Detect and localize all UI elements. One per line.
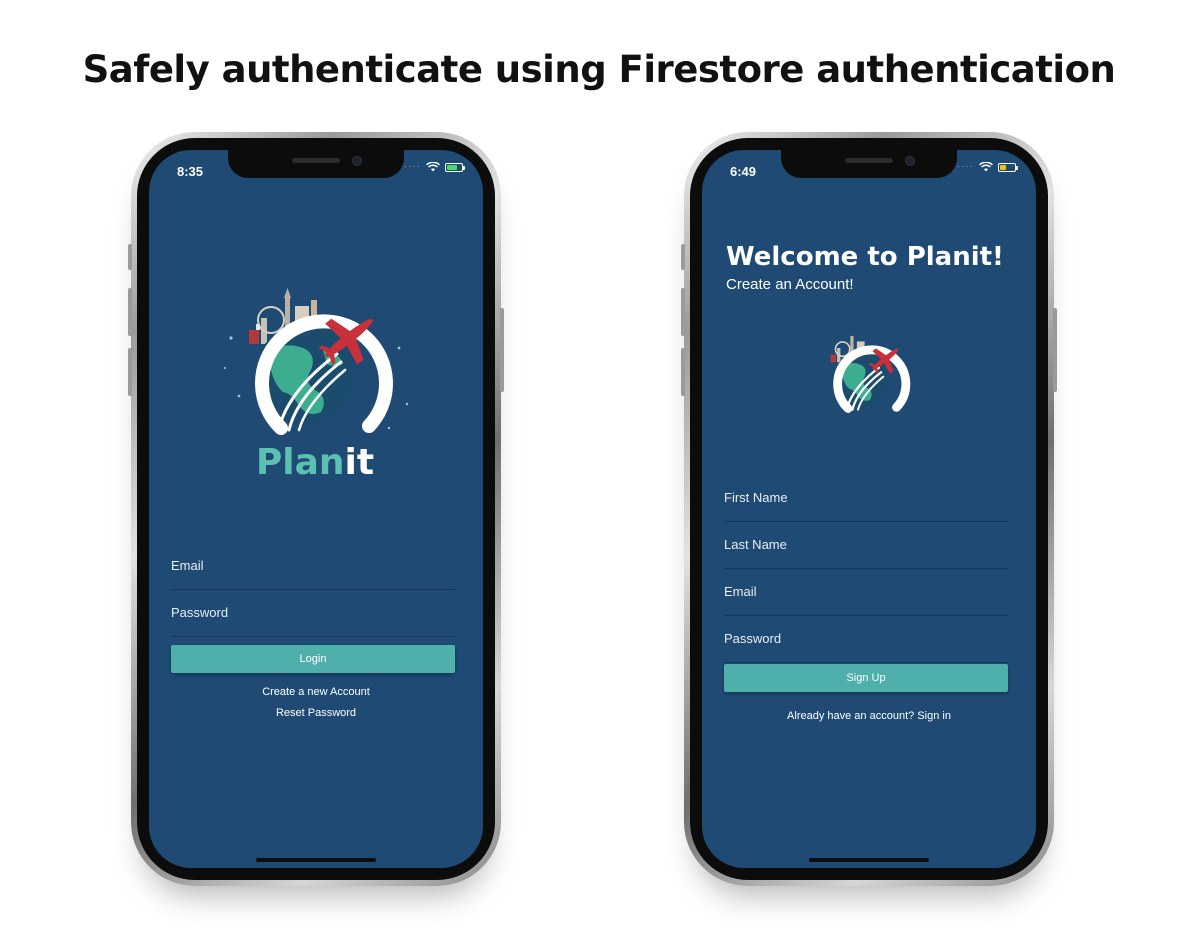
volume-up-button xyxy=(681,288,685,336)
signal-icon: ···· xyxy=(956,161,974,172)
signal-icon: ···· xyxy=(403,161,421,172)
password-field-label: Password xyxy=(171,605,229,620)
welcome-title: Welcome to Planit! xyxy=(726,242,1004,272)
speaker xyxy=(845,158,893,163)
password-field[interactable]: Password xyxy=(724,617,1008,663)
battery-level xyxy=(447,164,457,170)
volume-down-button xyxy=(681,348,685,396)
brand-part1: Plan xyxy=(256,442,345,478)
first-name-field-label: First Name xyxy=(724,490,788,505)
last-name-field[interactable]: Last Name xyxy=(724,523,1008,569)
reset-password-link[interactable]: Reset Password xyxy=(149,707,483,719)
volume-up-button xyxy=(128,288,132,336)
signin-link[interactable]: Already have an account? Sign in xyxy=(702,710,1036,722)
welcome-subtitle: Create an Account! xyxy=(726,276,854,293)
create-account-link[interactable]: Create a new Account xyxy=(149,686,483,698)
home-indicator[interactable] xyxy=(256,858,376,862)
signup-screen: 6:49 ···· Welcome to Planit! Create an A… xyxy=(702,150,1036,868)
battery-icon xyxy=(998,162,1018,172)
power-button xyxy=(1053,308,1057,392)
brand-wordmark: Planit xyxy=(256,442,374,478)
battery-level xyxy=(1000,164,1007,170)
planit-logo: Planit xyxy=(224,288,409,478)
speaker xyxy=(292,158,340,163)
brand-part2: it xyxy=(345,442,375,478)
login-screen: 8:35 ···· Planit Email Password Login Cr… xyxy=(149,150,483,868)
email-field-label: Email xyxy=(724,584,757,599)
password-field-label: Password xyxy=(724,631,782,646)
page-headline: Safely authenticate using Firestore auth… xyxy=(82,48,1116,91)
wifi-icon xyxy=(426,162,440,172)
home-indicator[interactable] xyxy=(809,858,929,862)
wifi-icon xyxy=(979,162,993,172)
camera-icon xyxy=(905,156,915,166)
status-icons: ···· xyxy=(956,161,1018,172)
password-field[interactable]: Password xyxy=(171,591,455,637)
email-field[interactable]: Email xyxy=(724,570,1008,616)
status-time: 6:49 xyxy=(730,164,757,179)
status-icons: ···· xyxy=(403,161,465,172)
mute-switch xyxy=(128,244,132,270)
power-button xyxy=(500,308,504,392)
last-name-field-label: Last Name xyxy=(724,537,787,552)
first-name-field[interactable]: First Name xyxy=(724,476,1008,522)
notch xyxy=(228,150,404,178)
login-button[interactable]: Login xyxy=(171,645,455,673)
battery-icon xyxy=(445,162,465,172)
email-field-label: Email xyxy=(171,558,204,573)
status-time: 8:35 xyxy=(177,164,204,179)
notch xyxy=(781,150,957,178)
phone-login: 8:35 ···· Planit Email Password Login Cr… xyxy=(128,132,504,886)
signup-button[interactable]: Sign Up xyxy=(724,664,1008,692)
planit-logo-small xyxy=(830,335,911,413)
mute-switch xyxy=(681,244,685,270)
phone-signup: 6:49 ···· Welcome to Planit! Create an A… xyxy=(681,132,1057,886)
email-field[interactable]: Email xyxy=(171,544,455,590)
volume-down-button xyxy=(128,348,132,396)
camera-icon xyxy=(352,156,362,166)
